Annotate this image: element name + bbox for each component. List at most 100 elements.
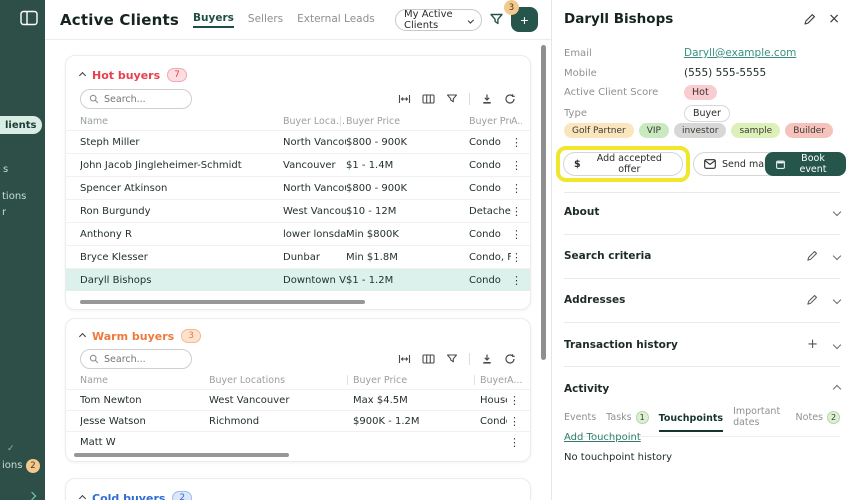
row-menu-icon[interactable]: ⋮ — [511, 205, 522, 218]
table-filter-icon[interactable] — [446, 353, 458, 365]
row-menu-icon[interactable]: ⋮ — [511, 228, 522, 241]
table-row[interactable]: Spencer AtkinsonNorth Vancouver $800 - 9… — [66, 176, 530, 199]
chevron-down-icon[interactable] — [833, 340, 841, 348]
group-title-cold: Cold buyers — [92, 492, 165, 500]
table-row[interactable]: Steph MillerNorth Vancouver $800 - 900KC… — [66, 130, 530, 153]
table-row[interactable]: Anthony Rlower lonsdale Min $800KCondo ⋮ — [66, 222, 530, 245]
collapse-chevron-icon[interactable] — [79, 71, 86, 78]
tab-sellers[interactable]: Sellers — [248, 13, 283, 27]
horizontal-scrollbar[interactable] — [80, 300, 365, 304]
row-menu-icon[interactable]: ⋮ — [507, 394, 522, 407]
tab-external-leads[interactable]: External Leads — [297, 13, 375, 27]
section-transaction-history: Transaction history — [564, 339, 678, 351]
chevron-down-icon — [468, 17, 474, 23]
tab-buyers[interactable]: Buyers — [193, 12, 234, 28]
download-icon[interactable] — [481, 93, 493, 105]
email-link[interactable]: Daryll@example.com — [684, 47, 840, 59]
add-accepted-offer-button[interactable]: $ Add accepted offer — [563, 152, 683, 176]
search-input[interactable] — [104, 354, 174, 365]
section-addresses: Addresses — [564, 294, 625, 306]
page-title: Active Clients — [60, 11, 179, 29]
horizontal-scrollbar[interactable] — [74, 453, 289, 457]
row-menu-icon[interactable]: ⋮ — [507, 436, 522, 449]
chevron-down-icon[interactable] — [833, 296, 841, 304]
table-header: Name Buyer Locations Buyer Price Buyer..… — [66, 371, 530, 389]
table-row[interactable]: Ron BurgundyWest Vancouver $10 - 12MDeta… — [66, 199, 530, 222]
edit-pencil-icon[interactable] — [806, 250, 818, 262]
columns-icon[interactable] — [422, 353, 435, 365]
row-menu-icon[interactable]: ⋮ — [511, 159, 522, 172]
tab-events[interactable]: Events — [564, 412, 596, 425]
collapse-chevron-icon[interactable] — [79, 494, 86, 500]
sidebar-item-1[interactable]: s — [3, 164, 8, 175]
tab-tasks[interactable]: Tasks 1 — [606, 411, 648, 426]
collapse-chevron-icon[interactable] — [79, 332, 86, 339]
add-touchpoint-link[interactable]: Add Touchpoint — [564, 432, 641, 443]
refresh-icon[interactable] — [504, 93, 516, 105]
chevron-up-icon[interactable] — [833, 385, 841, 393]
warm-buyers-card: Warm buyers 3 — [65, 318, 531, 462]
empty-state-text: No touchpoint history — [564, 452, 672, 463]
tab-notes[interactable]: Notes 2 — [796, 411, 840, 426]
chevron-down-icon[interactable] — [833, 208, 841, 216]
row-menu-icon[interactable]: ⋮ — [511, 251, 522, 264]
chevron-down-icon[interactable] — [833, 252, 841, 260]
tag[interactable]: Builder — [785, 123, 833, 138]
row-menu-icon[interactable]: ⋮ — [511, 274, 522, 287]
row-menu-icon[interactable]: ⋮ — [511, 182, 522, 195]
edit-pencil-icon[interactable] — [803, 13, 816, 26]
fit-columns-icon[interactable] — [398, 353, 411, 365]
dollar-icon: $ — [574, 159, 581, 170]
table-row-selected[interactable]: Daryll BishopsDowntown Vancouver $1 - 1.… — [66, 268, 530, 291]
tab-important-dates[interactable]: Important dates — [733, 406, 785, 430]
search-icon — [89, 94, 99, 104]
download-icon[interactable] — [481, 353, 493, 365]
vertical-scrollbar[interactable] — [541, 45, 546, 360]
tag[interactable]: Golf Partner — [564, 123, 634, 138]
hot-buyers-card: Hot buyers 7 — [65, 55, 531, 310]
score-badge: Hot — [684, 85, 717, 100]
client-type-tabs: Buyers Sellers External Leads — [193, 12, 375, 28]
panel-toggle-icon[interactable] — [20, 10, 38, 26]
sidebar-item-bottom[interactable]: ions — [2, 460, 22, 471]
table-row[interactable]: Tom NewtonWest Vancouver Max $4.5MHouse … — [66, 389, 530, 410]
section-activity: Activity — [564, 383, 609, 395]
sidebar-item-clients-active[interactable]: lients — [0, 116, 42, 134]
table-row[interactable]: John Jacob Jingleheimer-SchmidtVancouver… — [66, 153, 530, 176]
columns-icon[interactable] — [422, 93, 435, 105]
list-select-dropdown[interactable]: My Active Clients — [395, 9, 482, 31]
tag[interactable]: investor — [674, 123, 727, 138]
table-row[interactable]: Matt W ⋮ — [66, 431, 530, 452]
filter-icon[interactable] — [489, 12, 504, 27]
section-about: About — [564, 206, 599, 218]
tag[interactable]: sample — [731, 123, 780, 138]
tag[interactable]: VIP — [639, 123, 669, 138]
table-row[interactable]: Bryce KlesserDunbar Min $1.8MCondo, F ⋮ — [66, 245, 530, 268]
client-name: Daryll Bishops — [564, 11, 673, 27]
close-icon[interactable]: × — [828, 11, 840, 27]
tag-list: Golf Partner VIP investor sample Builder — [564, 123, 844, 138]
app-root: lients s tions r ✓ ions 2 Active Clients… — [0, 0, 846, 500]
edit-pencil-icon[interactable] — [806, 294, 818, 306]
table-row[interactable]: Jesse WatsonRichmond $900K - 1.2MCondo ⋮ — [66, 410, 530, 431]
fit-columns-icon[interactable] — [398, 93, 411, 105]
tab-touchpoints[interactable]: Touchpoints — [659, 413, 723, 432]
sidebar-item-3[interactable]: r — [2, 207, 6, 218]
search-input[interactable] — [104, 94, 174, 105]
sidebar-expand-chevron-icon[interactable] — [29, 484, 35, 500]
add-plus-icon[interactable]: + — [807, 338, 818, 351]
group-count-badge: 7 — [167, 68, 187, 82]
client-detail-panel: Daryll Bishops × Email Daryll@example.co… — [551, 0, 846, 500]
refresh-icon[interactable] — [504, 353, 516, 365]
table-filter-icon[interactable] — [446, 93, 458, 105]
sidebar-count-badge: 2 — [26, 459, 40, 473]
book-event-button[interactable]: Book event — [765, 152, 846, 176]
sidebar-item-2[interactable]: tions — [2, 191, 26, 202]
row-menu-icon[interactable]: ⋮ — [511, 136, 522, 149]
filter-count-badge: 3 — [504, 0, 519, 15]
field-label: Mobile — [564, 68, 684, 79]
type-badge: Buyer — [684, 105, 730, 122]
search-input-wrap — [80, 349, 192, 369]
search-icon — [89, 354, 99, 364]
row-menu-icon[interactable]: ⋮ — [507, 415, 522, 428]
